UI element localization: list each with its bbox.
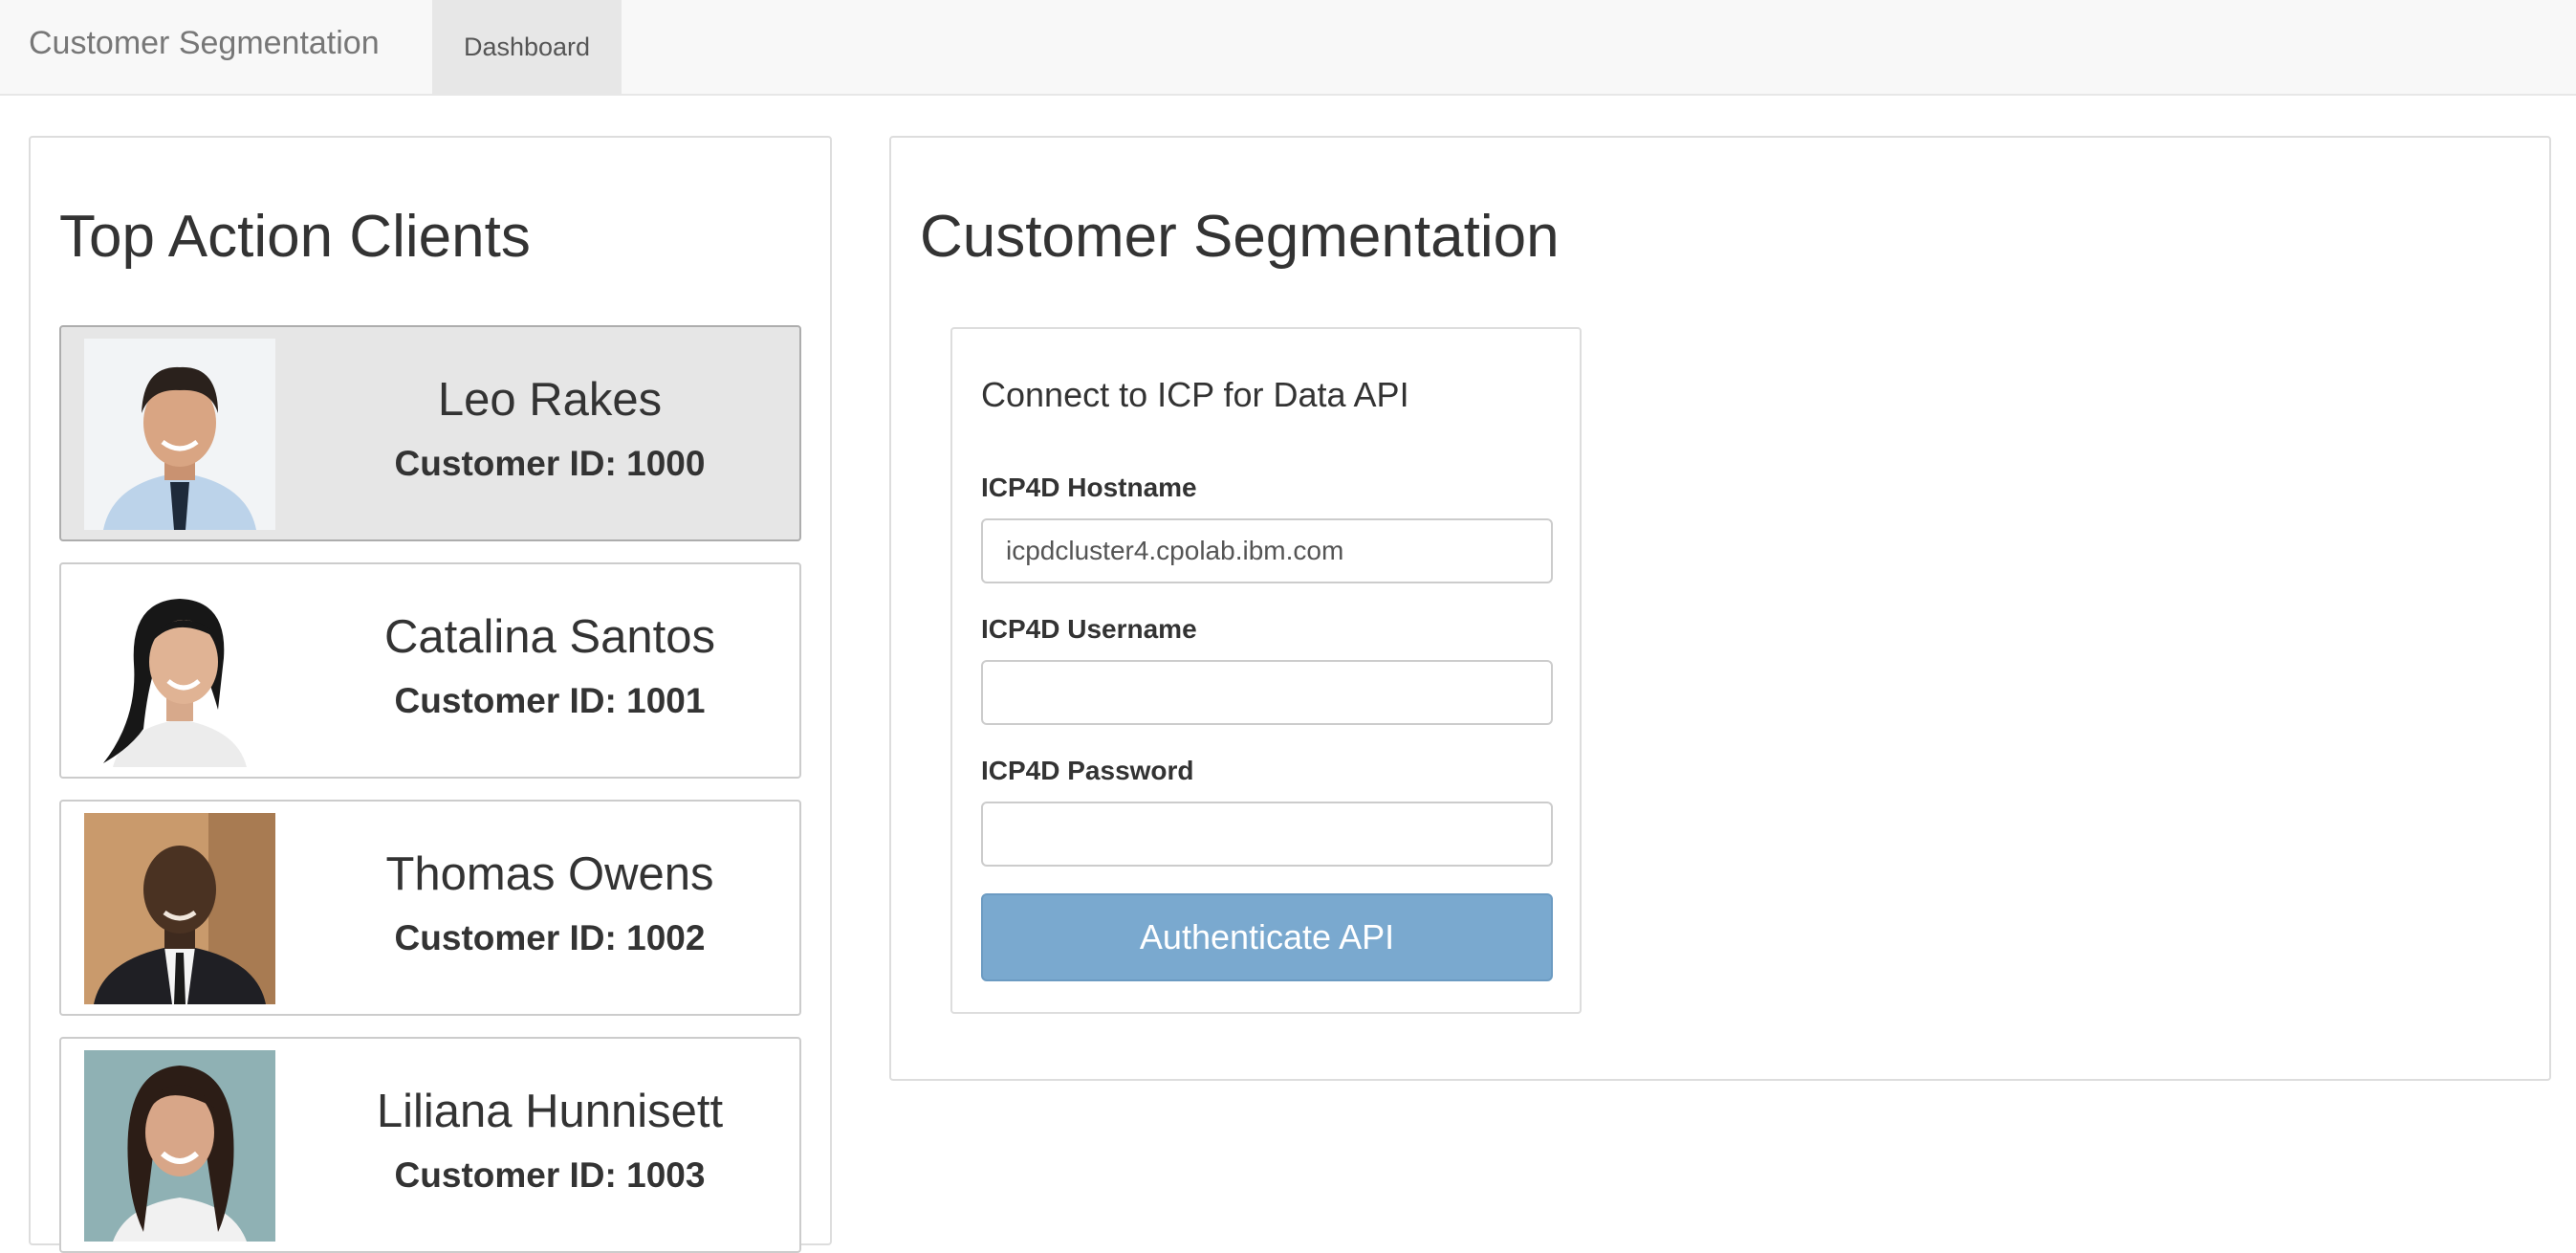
client-avatar	[84, 813, 275, 1004]
client-id: Customer ID: 1001	[394, 681, 706, 720]
top-action-clients-panel: Top Action Clients Leo Rakes Customer ID…	[29, 136, 832, 1253]
clients-panel-title: Top Action Clients	[59, 204, 531, 270]
hostname-input[interactable]	[981, 518, 1553, 583]
client-card-thomas-owens[interactable]: Thomas Owens Customer ID: 1002	[59, 800, 801, 1016]
hostname-label: ICP4D Hostname	[981, 473, 1197, 502]
navbar-brand[interactable]: Customer Segmentation	[29, 25, 380, 62]
client-card-leo-rakes[interactable]: Leo Rakes Customer ID: 1000	[59, 325, 801, 541]
client-avatar	[84, 339, 275, 530]
client-id: Customer ID: 1003	[394, 1155, 706, 1195]
client-id: Customer ID: 1002	[394, 918, 706, 957]
client-name: Thomas Owens	[385, 848, 714, 900]
icp-auth-form: Connect to ICP for Data API ICP4D Hostna…	[950, 327, 1582, 1014]
password-label: ICP4D Password	[981, 756, 1194, 785]
auth-form-title: Connect to ICP for Data API	[981, 375, 1409, 414]
client-name: Liliana Hunnisett	[376, 1086, 724, 1137]
client-avatar	[84, 1050, 275, 1242]
navbar: Customer Segmentation Dashboard	[0, 0, 2576, 96]
client-id: Customer ID: 1000	[394, 444, 706, 483]
client-name: Leo Rakes	[437, 374, 663, 426]
authenticate-api-button[interactable]: Authenticate API	[981, 893, 1553, 981]
client-name: Catalina Santos	[384, 611, 715, 663]
client-card-liliana-hunnisett[interactable]: Liliana Hunnisett Customer ID: 1003	[59, 1037, 801, 1253]
tab-dashboard[interactable]: Dashboard	[432, 0, 622, 94]
client-card-catalina-santos[interactable]: Catalina Santos Customer ID: 1001	[59, 562, 801, 779]
password-input[interactable]	[981, 802, 1553, 867]
customer-segmentation-panel: Customer Segmentation Connect to ICP for…	[889, 136, 2551, 1081]
client-avatar	[84, 576, 275, 767]
segmentation-panel-title: Customer Segmentation	[920, 204, 1560, 270]
username-label: ICP4D Username	[981, 614, 1197, 644]
username-input[interactable]	[981, 660, 1553, 725]
